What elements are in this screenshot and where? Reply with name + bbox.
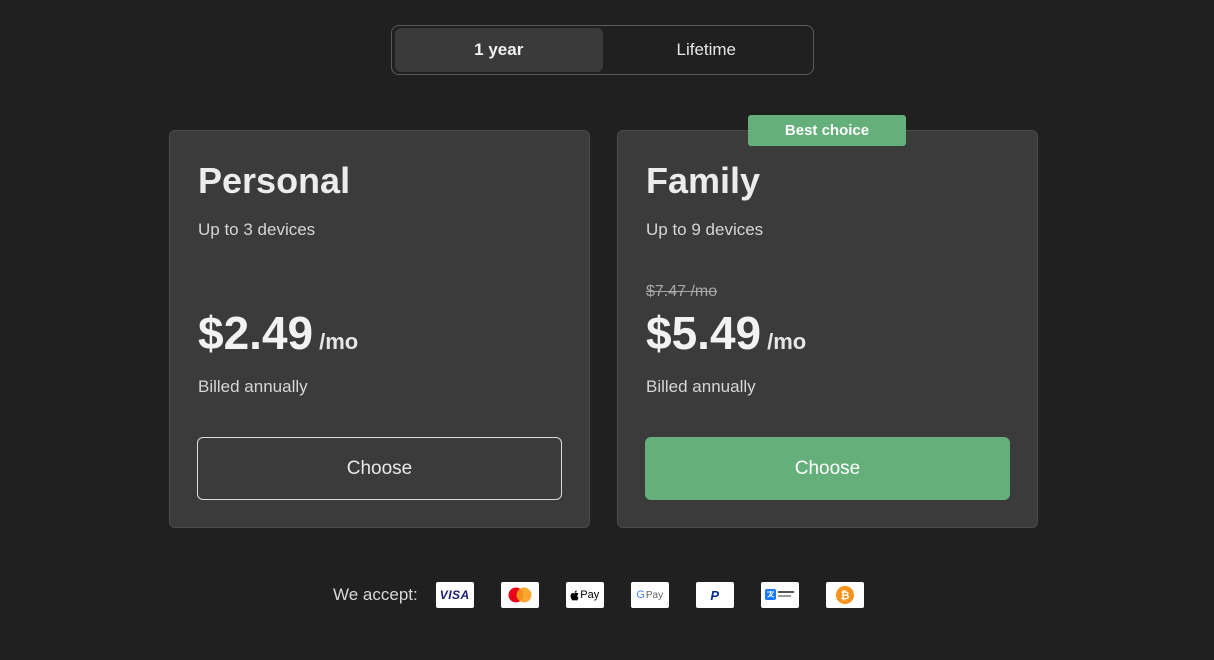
toggle-option-1-year[interactable]: 1 year xyxy=(395,28,603,72)
billing-note: Billed annually xyxy=(198,377,308,396)
google-pay-icon: G Pay xyxy=(630,582,669,608)
svg-text:₿: ₿ xyxy=(840,589,849,602)
choose-personal-button[interactable]: Choose xyxy=(197,437,562,500)
best-choice-badge: Best choice xyxy=(748,115,906,146)
alipay-logo xyxy=(764,589,794,600)
pricing-page: 1 year Lifetime Personal Up to 3 devices… xyxy=(0,0,1214,660)
old-price: $7.47 /mo xyxy=(646,283,718,300)
plan-description: Up to 3 devices xyxy=(198,220,316,239)
alipay-icon xyxy=(760,582,799,608)
plan-card-family: Best choice Family Up to 9 devices $7.47… xyxy=(617,115,1038,528)
plan-price: $5.49 xyxy=(646,307,762,359)
plan-description: Up to 9 devices xyxy=(646,220,764,239)
mastercard-logo xyxy=(508,587,532,603)
plan-name: Personal xyxy=(198,160,351,201)
we-accept-label: We accept: xyxy=(333,585,418,604)
bitcoin-logo: ₿ xyxy=(835,586,854,604)
billing-note: Billed annually xyxy=(646,377,756,396)
apple-pay-icon: Pay xyxy=(565,582,604,608)
apple-logo xyxy=(570,590,579,601)
google-pay-text: Pay xyxy=(645,589,664,601)
price-period: /mo xyxy=(767,329,807,354)
choose-family-button[interactable]: Choose xyxy=(645,437,1010,500)
price-row: $2.49 /mo xyxy=(198,305,358,361)
plan-card-personal: Personal Up to 3 devices $2.49 /mo Bille… xyxy=(169,130,590,528)
visa-icon: VISA xyxy=(435,582,474,608)
payment-methods: We accept: VISA Pay G Pay P ₿ xyxy=(333,581,864,609)
paypal-text: P xyxy=(710,587,720,603)
price-row: $5.49 /mo xyxy=(646,305,806,361)
price-period: /mo xyxy=(319,329,359,354)
apple-pay-text: Pay xyxy=(580,589,600,601)
billing-period-toggle: 1 year Lifetime xyxy=(391,25,814,75)
visa-text: VISA xyxy=(439,588,470,602)
paypal-icon: P xyxy=(695,582,734,608)
google-g-glyph: G xyxy=(636,589,645,601)
bitcoin-icon: ₿ xyxy=(825,582,864,608)
plan-price: $2.49 xyxy=(198,307,314,359)
toggle-option-lifetime[interactable]: Lifetime xyxy=(603,28,811,72)
plan-name: Family xyxy=(646,160,761,201)
mastercard-icon xyxy=(500,582,539,608)
